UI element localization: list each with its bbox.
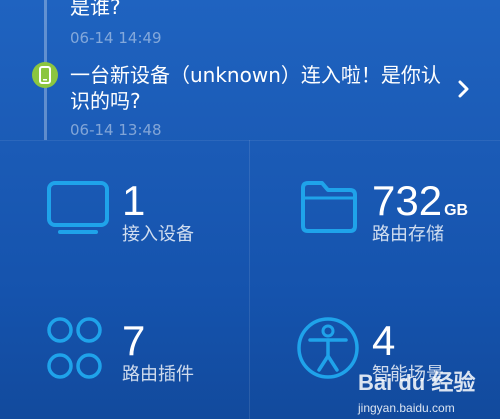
folder-icon — [298, 178, 360, 240]
person-icon — [296, 316, 360, 384]
stat-storage[interactable]: 732 GB 路由存储 — [250, 140, 500, 280]
stat-devices-label: 接入设备 — [122, 224, 194, 245]
notification-title: 一台新设备（unknown）连入啦！是你认识的吗? — [70, 63, 441, 113]
plugins-grid-icon — [46, 316, 104, 386]
notification-title: 是谁? — [70, 0, 121, 19]
stat-storage-number: 732 — [372, 177, 443, 224]
stat-smart-value: 4 — [372, 317, 396, 364]
monitor-icon — [46, 180, 110, 240]
notification-time: 06-14 14:49 — [70, 29, 162, 47]
watermark-url: jingyan.baidu.com — [358, 401, 455, 415]
notification-time: 06-14 13:48 — [70, 121, 162, 139]
stat-devices-value: 1 — [122, 177, 146, 224]
stat-storage-unit: GB — [444, 202, 469, 219]
stat-storage-label: 路由存储 — [372, 224, 444, 245]
stat-plugins-label: 路由插件 — [122, 364, 194, 385]
watermark-logo: Bai du 经验 — [358, 370, 476, 395]
stat-devices[interactable]: 1 接入设备 — [0, 140, 249, 280]
phone-icon — [32, 62, 58, 88]
stat-plugins-value: 7 — [122, 317, 146, 364]
stat-plugins[interactable]: 7 路由插件 — [0, 280, 249, 419]
chevron-right-icon[interactable] — [458, 80, 470, 102]
baidu-watermark: Bai du 经验 jingyan.baidu.com — [354, 363, 494, 415]
